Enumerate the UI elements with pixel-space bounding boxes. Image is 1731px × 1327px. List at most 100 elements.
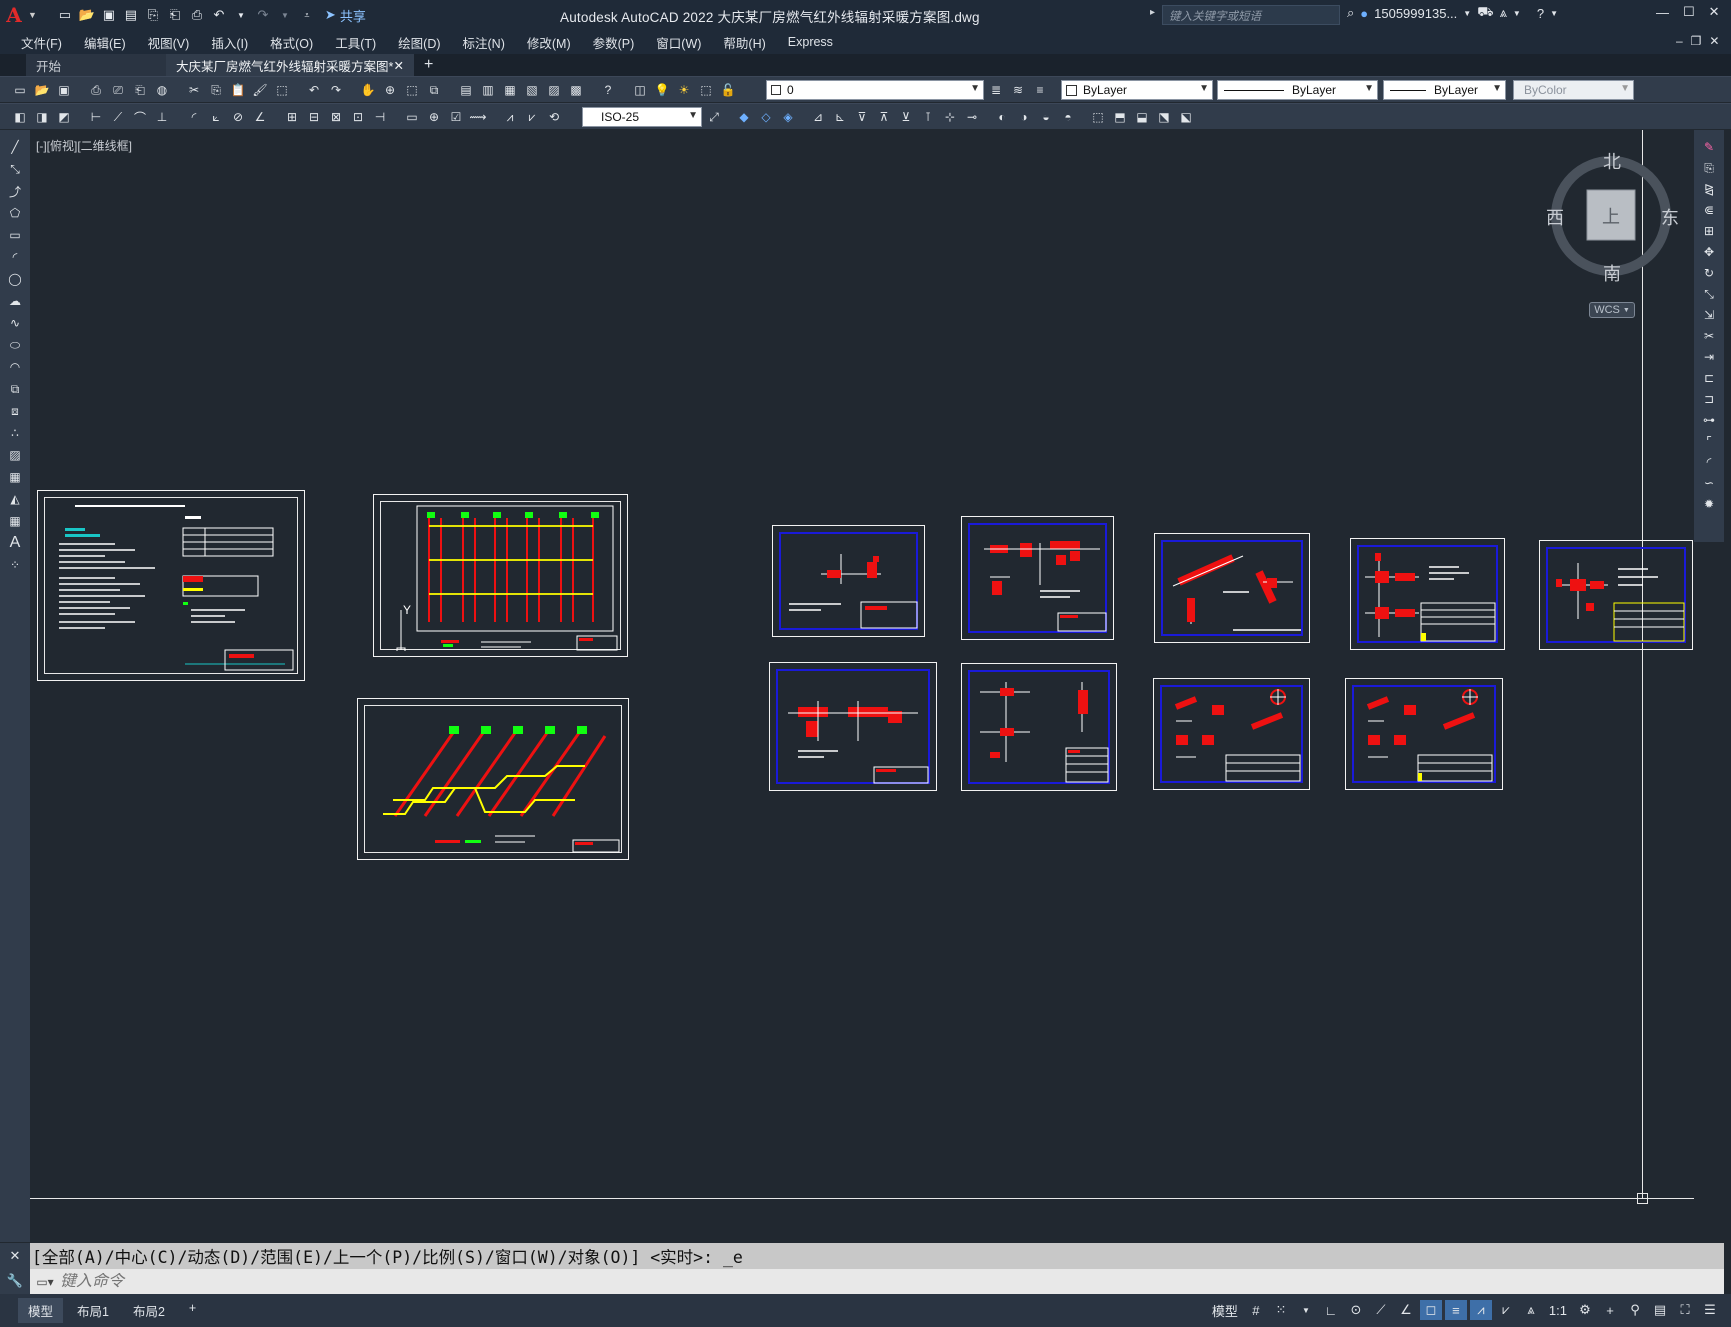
close-tab-icon[interactable]: ✕ [394,58,404,73]
dim-linear-icon[interactable]: ⊢ [86,108,106,126]
extend-icon[interactable]: ⇥ [1699,348,1719,366]
make-block-icon[interactable]: ⧈ [5,402,25,420]
tab-start[interactable]: 开始 [26,54,166,76]
plotstyle-combo[interactable]: ByColor ▼ [1513,80,1634,100]
render-icon[interactable]: ◑ [1014,108,1034,126]
viewport-controls-label[interactable]: [-][俯视][二维线框] [36,137,132,154]
undo-icon[interactable]: ↶ [304,81,324,99]
layer-thaw-icon[interactable]: ☀ [674,81,694,99]
ucs-world-icon[interactable]: ⊾ [830,108,850,126]
tolerance-icon[interactable]: ▭ [402,108,422,126]
sheet-detail-2[interactable] [961,516,1114,640]
redo-icon[interactable]: ↷ [253,5,273,25]
compass-south[interactable]: 南 [1603,260,1621,286]
make-current-icon[interactable]: ≣ [986,81,1006,99]
3d-dwf-icon[interactable]: ◍ [152,81,172,99]
drawing-canvas[interactable]: Y [30,130,1694,1242]
3d-union-icon[interactable]: ◆ [734,108,754,126]
jogged-linear-icon[interactable]: ⟿ [468,108,488,126]
dimstyle-combo[interactable]: ISO-25 ▼ [582,107,702,127]
zoom-previous-icon[interactable]: ⧉ [424,81,444,99]
sheet-isometric[interactable] [357,698,629,860]
redo-dropdown-icon[interactable]: ▼ [275,5,295,25]
layer-on-icon[interactable]: 💡 [652,81,672,99]
ortho-icon[interactable]: ∟ [1320,1300,1342,1320]
snap-icon[interactable]: ⁙ [1270,1300,1292,1320]
osnap-tracking-icon[interactable]: ∠ [1395,1300,1417,1320]
menu-window[interactable]: 窗口(W) [645,33,712,52]
3d-intersect-icon[interactable]: ◈ [778,108,798,126]
sheet-set-icon[interactable]: ▧ [522,81,542,99]
materials-icon[interactable]: ◓ [1058,108,1078,126]
dim-baseline-icon[interactable]: ⊟ [304,108,324,126]
user-dropdown-icon[interactable]: ▼ [1463,9,1471,18]
circle-icon[interactable]: ◯ [5,270,25,288]
mirror-icon[interactable]: ⧎ [1699,180,1719,198]
design-center-icon[interactable]: ▥ [478,81,498,99]
customize-command-icon[interactable]: 🔧 [7,1273,23,1289]
command-input[interactable] [60,1272,1560,1291]
minimize-icon[interactable]: — [1656,5,1669,20]
color-combo[interactable]: ByLayer ▼ [1061,80,1213,100]
menu-dimension[interactable]: 标注(N) [452,33,516,52]
calculator-icon[interactable]: ▩ [566,81,586,99]
plot-icon[interactable]: ⎙ [187,5,207,25]
grid-icon[interactable]: # [1245,1300,1267,1320]
explode-icon[interactable]: ✹ [1699,495,1719,513]
array-icon[interactable]: ⊞ [1699,222,1719,240]
ellipse-arc-icon[interactable]: ◠ [5,358,25,376]
search-expand-icon[interactable]: ▸ [1150,7,1155,18]
sheet-floor-plan[interactable]: Y [373,494,628,657]
undo-dropdown-icon[interactable]: ▼ [231,5,251,25]
scale-icon[interactable]: ⤡ [1699,285,1719,303]
linetype-combo[interactable]: ByLayer ▼ [1217,80,1378,100]
user-icon[interactable]: ● [1360,6,1368,21]
menu-file[interactable]: 文件(F) [10,33,73,52]
save-icon[interactable]: ▣ [54,81,74,99]
rectangle-icon[interactable]: ▭ [5,226,25,244]
autodesk-app-icon[interactable]: ⩓ [1500,5,1507,21]
plot-icon[interactable]: ⎙ [86,81,106,99]
gradient-icon[interactable]: ▦ [5,468,25,486]
lineweight-combo[interactable]: ByLayer ▼ [1383,80,1506,100]
annotation-scale-button[interactable]: 1:1 [1545,1300,1571,1320]
web-open-icon[interactable]: ⎘ [143,5,163,25]
hatch-edit-icon[interactable]: ◩ [54,108,74,126]
menu-tools[interactable]: 工具(T) [324,33,387,52]
fillet-icon[interactable]: ◜ [1699,453,1719,471]
inspect-icon[interactable]: ☑ [446,108,466,126]
hatch-icon[interactable]: ▨ [5,446,25,464]
draworder-icon[interactable]: ◧ [10,108,30,126]
menu-edit[interactable]: 编辑(E) [73,33,137,52]
tool-palettes-icon[interactable]: ▦ [500,81,520,99]
customization-icon[interactable]: ☰ [1699,1300,1721,1320]
sheet-detail-1[interactable] [772,525,925,637]
dim-space-icon[interactable]: ⊡ [348,108,368,126]
compass-west[interactable]: 西 [1546,204,1564,230]
model-space-button[interactable]: 模型 [1208,1300,1242,1320]
insert-block-icon[interactable]: ⧉ [5,380,25,398]
menu-format[interactable]: 格式(O) [259,33,324,52]
dimtedit-icon[interactable]: ⩗ [522,108,542,126]
sheet-detail-9[interactable] [1345,678,1503,790]
line-icon[interactable]: ╱ [5,138,25,156]
chamfer-icon[interactable]: ⌜ [1699,432,1719,450]
close-command-icon[interactable]: ✕ [10,1248,21,1264]
dim-style-icon[interactable]: ⤢ [704,108,724,126]
preview-icon[interactable]: ⎚ [108,81,128,99]
dim-angular-icon[interactable]: ∠ [250,108,270,126]
break-icon[interactable]: ⊐ [1699,390,1719,408]
units-icon[interactable]: ⚲ [1624,1300,1646,1320]
ucs-3point-icon[interactable]: ⊸ [962,108,982,126]
break-point-icon[interactable]: ⊏ [1699,369,1719,387]
layer-lock-icon[interactable]: 🔓 [718,81,738,99]
fly-icon[interactable]: ⬓ [1132,108,1152,126]
dim-break-icon[interactable]: ⊣ [370,108,390,126]
construction-line-icon[interactable]: ⤡ [5,160,25,178]
infer-constraints-icon[interactable]: ▼ [1295,1300,1317,1320]
zoom-realtime-icon[interactable]: ⊕ [380,81,400,99]
ucs-face-icon[interactable]: ⊼ [874,108,894,126]
mtext-icon[interactable]: A [5,534,25,552]
spline-icon[interactable]: ∿ [5,314,25,332]
save-icon[interactable]: ▣ [99,5,119,25]
